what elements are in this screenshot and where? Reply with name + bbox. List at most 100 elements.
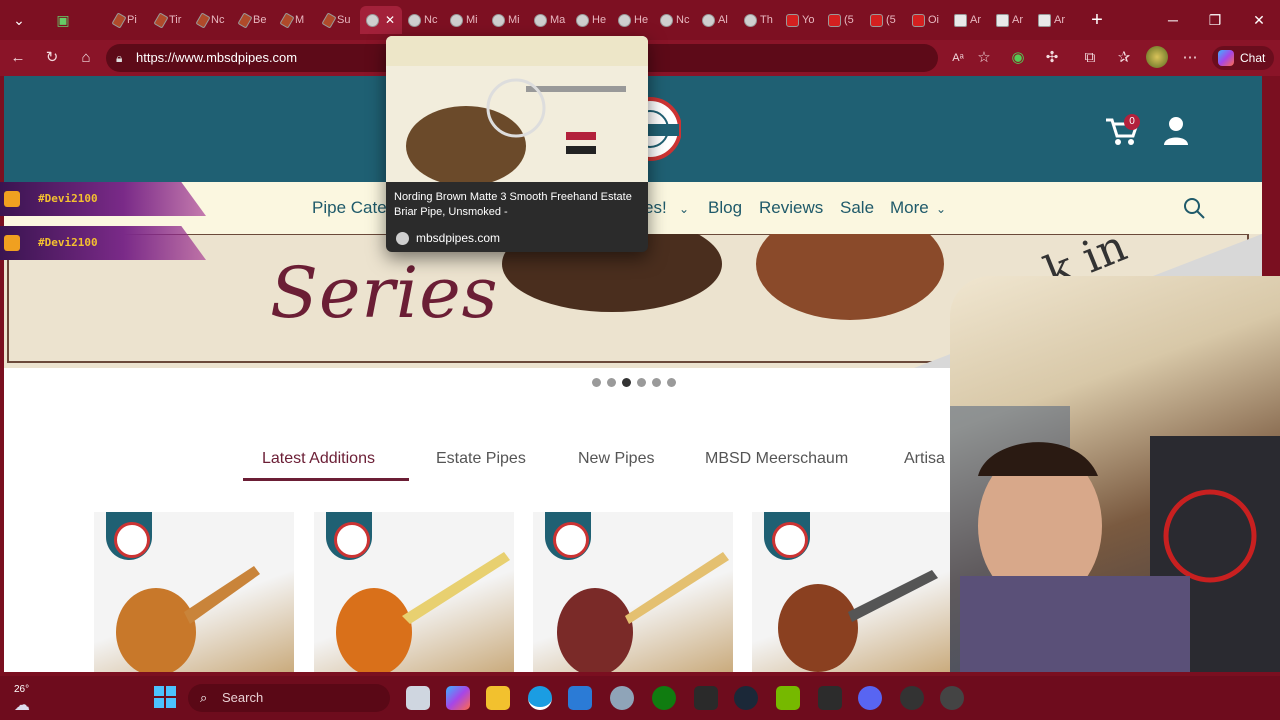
browser-tab[interactable]: (5 bbox=[864, 6, 906, 34]
nav-reviews[interactable]: Reviews bbox=[759, 198, 823, 218]
browser-tab[interactable]: Su bbox=[318, 6, 360, 34]
copilot-chat-button[interactable]: Chat bbox=[1212, 46, 1274, 70]
tab-new-pipes[interactable]: New Pipes bbox=[578, 450, 654, 468]
browser-tab[interactable]: M bbox=[276, 6, 318, 34]
extension-icon[interactable]: ◉ bbox=[1006, 46, 1030, 70]
edge-browser-icon[interactable] bbox=[528, 686, 552, 710]
copilot-app-icon[interactable] bbox=[446, 686, 470, 710]
favorite-star-icon[interactable]: ☆ bbox=[972, 46, 996, 70]
task-view-icon[interactable] bbox=[406, 686, 430, 710]
banner-series-text: Series bbox=[270, 252, 499, 334]
refresh-icon[interactable]: ↻ bbox=[40, 46, 64, 70]
browser-tab[interactable]: (5 bbox=[822, 6, 864, 34]
browser-tab[interactable]: Ar bbox=[948, 6, 990, 34]
mbsd-favicon-icon bbox=[450, 13, 463, 27]
outlook-icon[interactable] bbox=[568, 686, 592, 710]
speedometer-icon[interactable] bbox=[940, 686, 964, 710]
more-menu-icon[interactable]: ⋯ bbox=[1178, 46, 1202, 70]
start-button[interactable] bbox=[154, 686, 176, 708]
minimize-button[interactable]: ─ bbox=[1160, 8, 1186, 32]
tab-estate-pipes[interactable]: Estate Pipes bbox=[436, 450, 526, 468]
discord-icon[interactable] bbox=[858, 686, 882, 710]
tab-artisan[interactable]: Artisa bbox=[904, 450, 945, 468]
browser-tab[interactable]: Mi bbox=[444, 6, 486, 34]
carousel-dot[interactable] bbox=[607, 378, 616, 387]
tab-strip: Pi Tir Nc Be M Su ✕ Nc Mi Mi Ma He He Nc Al Th Yo (5 (5 Oi A… bbox=[86, 6, 1086, 34]
browser-tab[interactable]: Nc bbox=[654, 6, 696, 34]
browser-tab[interactable]: Nc bbox=[192, 6, 234, 34]
steam-icon[interactable] bbox=[734, 686, 758, 710]
settings-gear-icon[interactable] bbox=[610, 686, 634, 710]
pipe-favicon-icon bbox=[279, 11, 295, 29]
tab-mbsd-meerschaum[interactable]: MBSD Meerschaum bbox=[705, 450, 848, 468]
browser-tab[interactable]: Al bbox=[696, 6, 738, 34]
product-card[interactable] bbox=[94, 512, 294, 672]
nav-pipe-categories[interactable]: Pipe Cate bbox=[312, 198, 387, 218]
product-card[interactable] bbox=[533, 512, 733, 672]
carousel-dots bbox=[592, 378, 676, 388]
epic-games-icon[interactable] bbox=[694, 686, 718, 710]
product-card[interactable] bbox=[314, 512, 514, 672]
mbsd-badge bbox=[106, 512, 152, 560]
favorites-icon[interactable]: ✰ bbox=[1112, 46, 1136, 70]
restore-button[interactable]: ❐ bbox=[1202, 8, 1228, 32]
file-explorer-icon[interactable] bbox=[486, 686, 510, 710]
new-tab-button[interactable]: + bbox=[1084, 8, 1110, 32]
split-screen-icon[interactable]: ⧉ bbox=[1078, 46, 1102, 70]
browser-tab[interactable]: Ar bbox=[990, 6, 1032, 34]
carousel-dot[interactable] bbox=[592, 378, 601, 387]
nav-sale[interactable]: Sale bbox=[840, 198, 874, 218]
tab-actions-chevron-icon[interactable]: ⌄ bbox=[6, 8, 32, 32]
workspaces-icon[interactable]: ▣ bbox=[50, 8, 76, 32]
profile-avatar[interactable] bbox=[1146, 46, 1168, 68]
doc-favicon-icon bbox=[954, 13, 967, 27]
nvidia-icon[interactable] bbox=[776, 686, 800, 710]
tab-active[interactable]: ✕ bbox=[360, 6, 402, 34]
product-card[interactable] bbox=[752, 512, 952, 672]
browser-tab[interactable]: He bbox=[612, 6, 654, 34]
weather-widget[interactable]: 26° ☁ bbox=[14, 684, 54, 714]
browser-tab[interactable]: Nc bbox=[402, 6, 444, 34]
tab-label: Nc bbox=[424, 14, 438, 26]
back-icon[interactable]: ← bbox=[6, 46, 30, 70]
browser-tab[interactable]: Th bbox=[738, 6, 780, 34]
taskbar-search[interactable]: ⌕ Search bbox=[188, 684, 390, 712]
mbsd-badge bbox=[545, 512, 591, 560]
search-icon[interactable] bbox=[1182, 196, 1206, 220]
read-aloud-icon[interactable]: Aᵃ bbox=[946, 46, 970, 70]
cart-count-badge: 0 bbox=[1124, 114, 1140, 130]
tab-latest-additions[interactable]: Latest Additions bbox=[262, 450, 375, 468]
xbox-icon[interactable] bbox=[652, 686, 676, 710]
tab-label: Mi bbox=[508, 14, 520, 26]
carousel-dot[interactable] bbox=[652, 378, 661, 387]
tab-label: He bbox=[592, 14, 607, 26]
extensions-puzzle-icon[interactable]: ✣ bbox=[1040, 46, 1064, 70]
url-text: https://www.mbsdpipes.com bbox=[136, 50, 298, 65]
browser-tab[interactable]: Ma bbox=[528, 6, 570, 34]
nav-blog[interactable]: Blog bbox=[708, 198, 742, 218]
browser-tab[interactable]: Oi bbox=[906, 6, 948, 34]
obs-icon[interactable] bbox=[900, 686, 924, 710]
tab-close-icon[interactable]: ✕ bbox=[385, 13, 395, 27]
carousel-dot[interactable] bbox=[667, 378, 676, 387]
home-icon[interactable]: ⌂ bbox=[74, 46, 98, 70]
nav-more[interactable]: More bbox=[890, 198, 929, 218]
carousel-dot[interactable] bbox=[637, 378, 646, 387]
browser-tab-bar: ⌄ ▣ Pi Tir Nc Be M Su ✕ Nc Mi Mi Ma He He Nc Al Th Yo (5 (… bbox=[0, 0, 1280, 40]
account-icon[interactable] bbox=[1162, 116, 1190, 146]
tab-label: Al bbox=[718, 14, 728, 26]
preview-title: Nording Brown Matte 3 Smooth Freehand Es… bbox=[394, 191, 632, 218]
stream-icon bbox=[4, 235, 20, 251]
carousel-dot[interactable] bbox=[622, 378, 631, 387]
tab-label: Ma bbox=[550, 14, 566, 26]
browser-tab[interactable]: Mi bbox=[486, 6, 528, 34]
browser-tab[interactable]: He bbox=[570, 6, 612, 34]
close-window-button[interactable]: ✕ bbox=[1246, 8, 1272, 32]
browser-tab[interactable]: Pi bbox=[108, 6, 150, 34]
browser-tab[interactable]: Be bbox=[234, 6, 276, 34]
preview-image bbox=[386, 36, 648, 186]
browser-tab[interactable]: Yo bbox=[780, 6, 822, 34]
game-app-icon[interactable] bbox=[818, 686, 842, 710]
browser-tab[interactable]: Tir bbox=[150, 6, 192, 34]
browser-tab[interactable]: Ar bbox=[1032, 6, 1074, 34]
